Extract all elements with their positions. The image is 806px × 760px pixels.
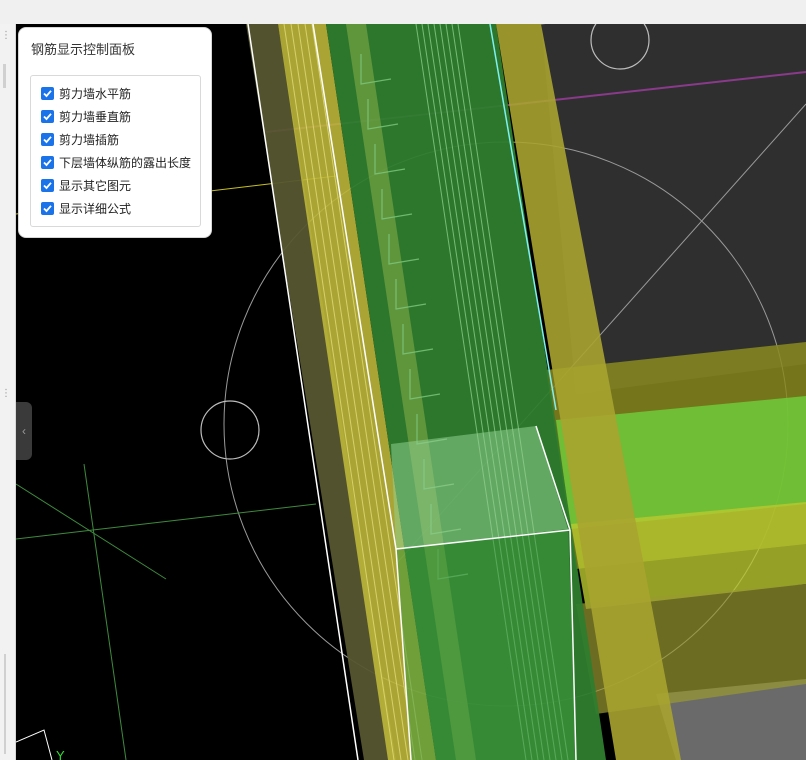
checkbox-checked-icon[interactable] [41, 109, 54, 123]
chevron-left-icon: ‹ [22, 424, 26, 438]
option-lower-wall-exposed-length[interactable]: 下层墙体纵筋的露出长度 [41, 153, 191, 171]
grid-line [16, 483, 167, 580]
rebar-display-control-panel: 钢筋显示控制面板 剪力墙水平筋 剪力墙垂直筋 剪力墙插筋 下层墙体纵筋的露出长度… [18, 27, 212, 238]
axis-y-label: Y [56, 748, 65, 760]
option-label: 显示其它图元 [59, 178, 132, 193]
panel-title: 钢筋显示控制面板 [31, 42, 136, 57]
grid-line [83, 463, 127, 760]
options-group: 剪力墙水平筋 剪力墙垂直筋 剪力墙插筋 下层墙体纵筋的露出长度 显示其它图元 显… [30, 75, 201, 227]
option-label: 显示详细公式 [59, 201, 132, 216]
option-label: 剪力墙垂直筋 [59, 109, 132, 124]
collapse-panel-tab[interactable]: ‹ [16, 402, 32, 460]
sidebar-scroll-thumb[interactable] [3, 64, 6, 88]
reference-circle-small [200, 400, 260, 460]
sidebar-handle-icon-lower[interactable]: ⋮ [0, 388, 12, 404]
checkbox-checked-icon[interactable] [41, 155, 54, 169]
checkbox-checked-icon[interactable] [41, 178, 54, 192]
option-show-detailed-formula[interactable]: 显示详细公式 [41, 199, 131, 217]
option-show-other-elements[interactable]: 显示其它图元 [41, 176, 131, 194]
checkbox-checked-icon[interactable] [41, 132, 54, 146]
checkbox-checked-icon[interactable] [41, 201, 54, 215]
sidebar-scroll-track [4, 654, 6, 754]
option-label: 下层墙体纵筋的露出长度 [59, 155, 192, 170]
grid-line [16, 503, 317, 540]
option-shearwall-dowel-rebar[interactable]: 剪力墙插筋 [41, 130, 119, 148]
axis-gizmo [16, 729, 53, 760]
option-shearwall-vertical-rebar[interactable]: 剪力墙垂直筋 [41, 107, 131, 125]
option-label: 剪力墙水平筋 [59, 86, 132, 101]
option-shearwall-horizontal-rebar[interactable]: 剪力墙水平筋 [41, 84, 131, 102]
checkbox-checked-icon[interactable] [41, 86, 54, 100]
lower-wall-body [396, 529, 576, 760]
sidebar-handle-icon[interactable]: ⋮ [0, 30, 12, 46]
top-toolbar [0, 0, 806, 24]
option-label: 剪力墙插筋 [59, 132, 120, 147]
left-sidebar-strip: ⋮ ⋮ [0, 24, 16, 760]
